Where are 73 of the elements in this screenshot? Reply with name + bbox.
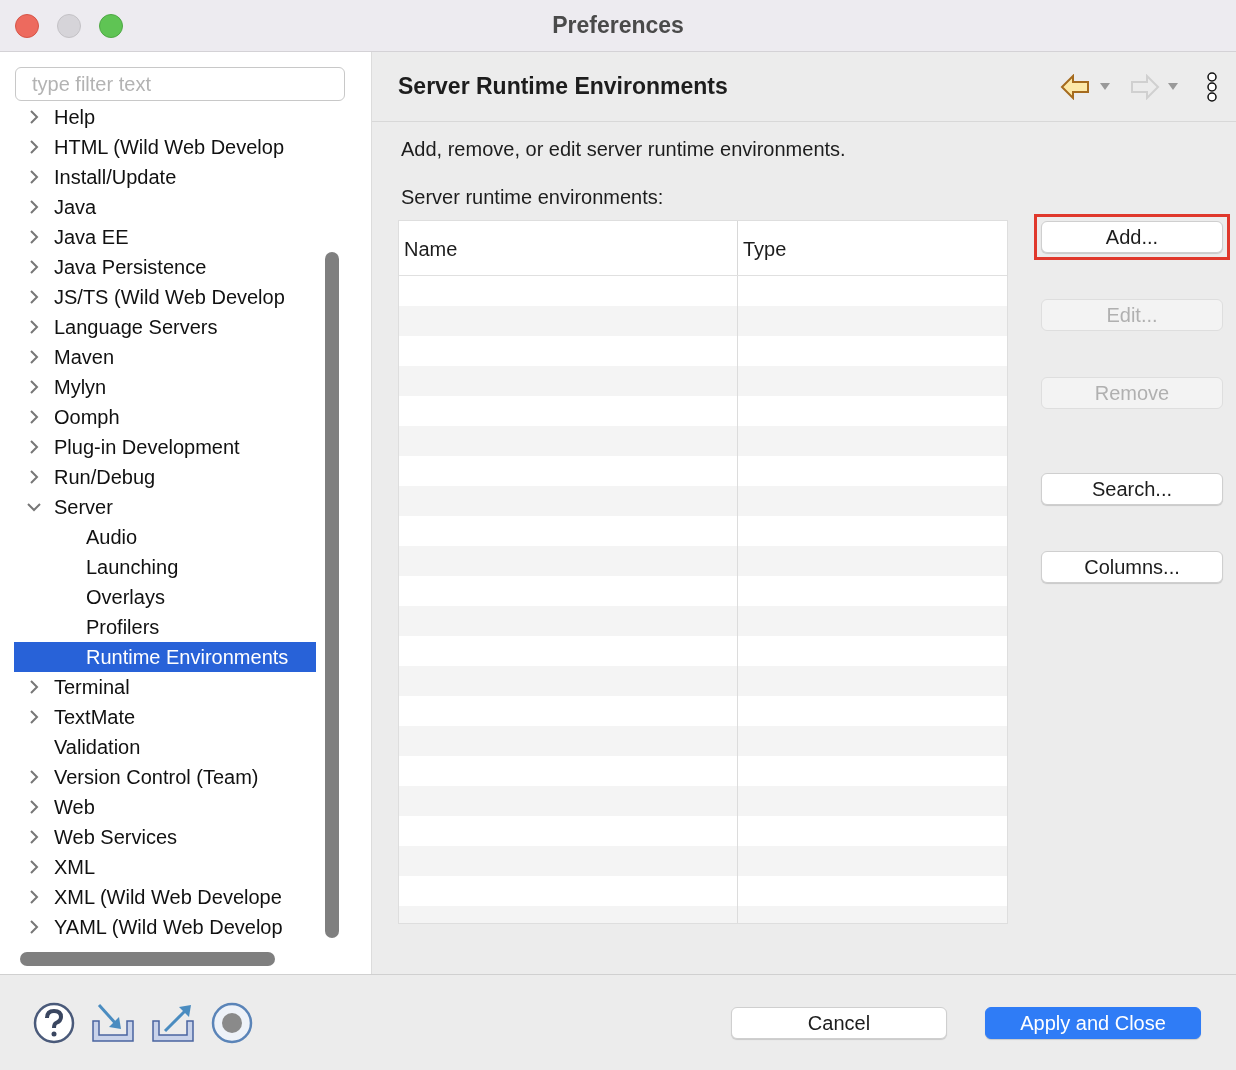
- tree-item[interactable]: JS/TS (Wild Web Develop: [54, 282, 285, 312]
- chevron-right-icon[interactable]: [27, 410, 41, 424]
- chevron-right-icon[interactable]: [27, 230, 41, 244]
- chevron-right-icon[interactable]: [27, 770, 41, 784]
- help-icon[interactable]: [33, 1001, 75, 1044]
- dropdown-caret-icon[interactable]: [1100, 82, 1110, 91]
- page-title: Server Runtime Environments: [398, 72, 728, 102]
- tree-item[interactable]: Java: [54, 192, 97, 222]
- tree-item[interactable]: Java EE: [54, 222, 129, 252]
- chevron-right-icon[interactable]: [27, 680, 41, 694]
- tree-item[interactable]: Language Servers: [54, 312, 218, 342]
- tree-item[interactable]: Launching: [86, 552, 179, 582]
- chevron-right-icon[interactable]: [27, 860, 41, 874]
- chevron-right-icon[interactable]: [27, 920, 41, 934]
- chevron-right-icon[interactable]: [27, 800, 41, 814]
- horizontal-scrollbar[interactable]: [20, 952, 275, 966]
- import-icon[interactable]: [91, 1002, 135, 1043]
- window-title: Preferences: [551, 11, 685, 41]
- tree-item[interactable]: Run/Debug: [54, 462, 156, 492]
- back-arrow-icon[interactable]: [1060, 73, 1092, 100]
- tree-item[interactable]: Server: [54, 492, 113, 522]
- tree-item[interactable]: Mylyn: [54, 372, 107, 402]
- tree-item[interactable]: Plug-in Development: [54, 432, 240, 462]
- chevron-right-icon[interactable]: [27, 830, 41, 844]
- tree-item[interactable]: TextMate: [54, 702, 136, 732]
- chevron-right-icon[interactable]: [27, 110, 41, 124]
- action-button[interactable]: Add...: [1041, 221, 1223, 253]
- column-header[interactable]: Name: [404, 232, 458, 264]
- chevron-right-icon[interactable]: [27, 350, 41, 364]
- description-text: Add, remove, or edit server runtime environments.: [401, 137, 847, 162]
- chevron-right-icon[interactable]: [27, 710, 41, 724]
- dialog-button[interactable]: Cancel: [731, 1006, 947, 1039]
- column-header[interactable]: Type: [743, 232, 787, 264]
- record-icon[interactable]: [211, 1001, 253, 1044]
- tree-item[interactable]: Version Control (Team): [54, 762, 259, 792]
- dropdown-caret-icon[interactable]: [1168, 82, 1178, 91]
- chevron-right-icon[interactable]: [27, 470, 41, 484]
- chevron-right-icon[interactable]: [27, 290, 41, 304]
- tree-item[interactable]: Overlays: [86, 582, 165, 612]
- chevron-right-icon[interactable]: [27, 380, 41, 394]
- more-options-icon[interactable]: [1206, 71, 1218, 102]
- tree-item[interactable]: Web: [54, 792, 95, 822]
- chevron-right-icon[interactable]: [27, 170, 41, 184]
- action-button[interactable]: Columns...: [1041, 551, 1223, 583]
- table-label: Server runtime environments:: [401, 185, 665, 210]
- tree-item[interactable]: Validation: [54, 732, 141, 762]
- chevron-right-icon[interactable]: [27, 200, 41, 214]
- chevron-right-icon[interactable]: [27, 890, 41, 904]
- tree-item[interactable]: YAML (Wild Web Develop: [54, 912, 283, 942]
- tree-item[interactable]: XML: [54, 852, 96, 882]
- tree-item[interactable]: XML (Wild Web Develope: [54, 882, 282, 912]
- zoom-button[interactable]: [99, 13, 123, 38]
- action-button[interactable]: Search...: [1041, 473, 1223, 505]
- tree-item[interactable]: HTML (Wild Web Develop: [54, 132, 285, 162]
- chevron-right-icon[interactable]: [27, 140, 41, 154]
- chevron-right-icon[interactable]: [27, 260, 41, 274]
- export-icon[interactable]: [151, 1002, 195, 1043]
- chevron-down-icon[interactable]: [27, 500, 41, 514]
- tree-item[interactable]: Audio: [86, 522, 138, 552]
- close-button[interactable]: [15, 13, 39, 38]
- filter-field[interactable]: type filter text: [15, 67, 345, 101]
- chevron-right-icon[interactable]: [27, 320, 41, 334]
- tree-item[interactable]: Install/Update: [54, 162, 177, 192]
- tree-item[interactable]: Oomph: [54, 402, 120, 432]
- tree-item[interactable]: Profilers: [86, 612, 160, 642]
- tree-item[interactable]: Help: [54, 102, 96, 132]
- dialog-button[interactable]: Apply and Close: [985, 1006, 1201, 1039]
- chevron-right-icon[interactable]: [27, 440, 41, 454]
- tree-item[interactable]: Web Services: [54, 822, 177, 852]
- vertical-scrollbar[interactable]: [325, 252, 339, 938]
- tree-item[interactable]: Java Persistence: [54, 252, 207, 282]
- tree-item[interactable]: Terminal: [54, 672, 130, 702]
- tree-item[interactable]: Maven: [54, 342, 115, 372]
